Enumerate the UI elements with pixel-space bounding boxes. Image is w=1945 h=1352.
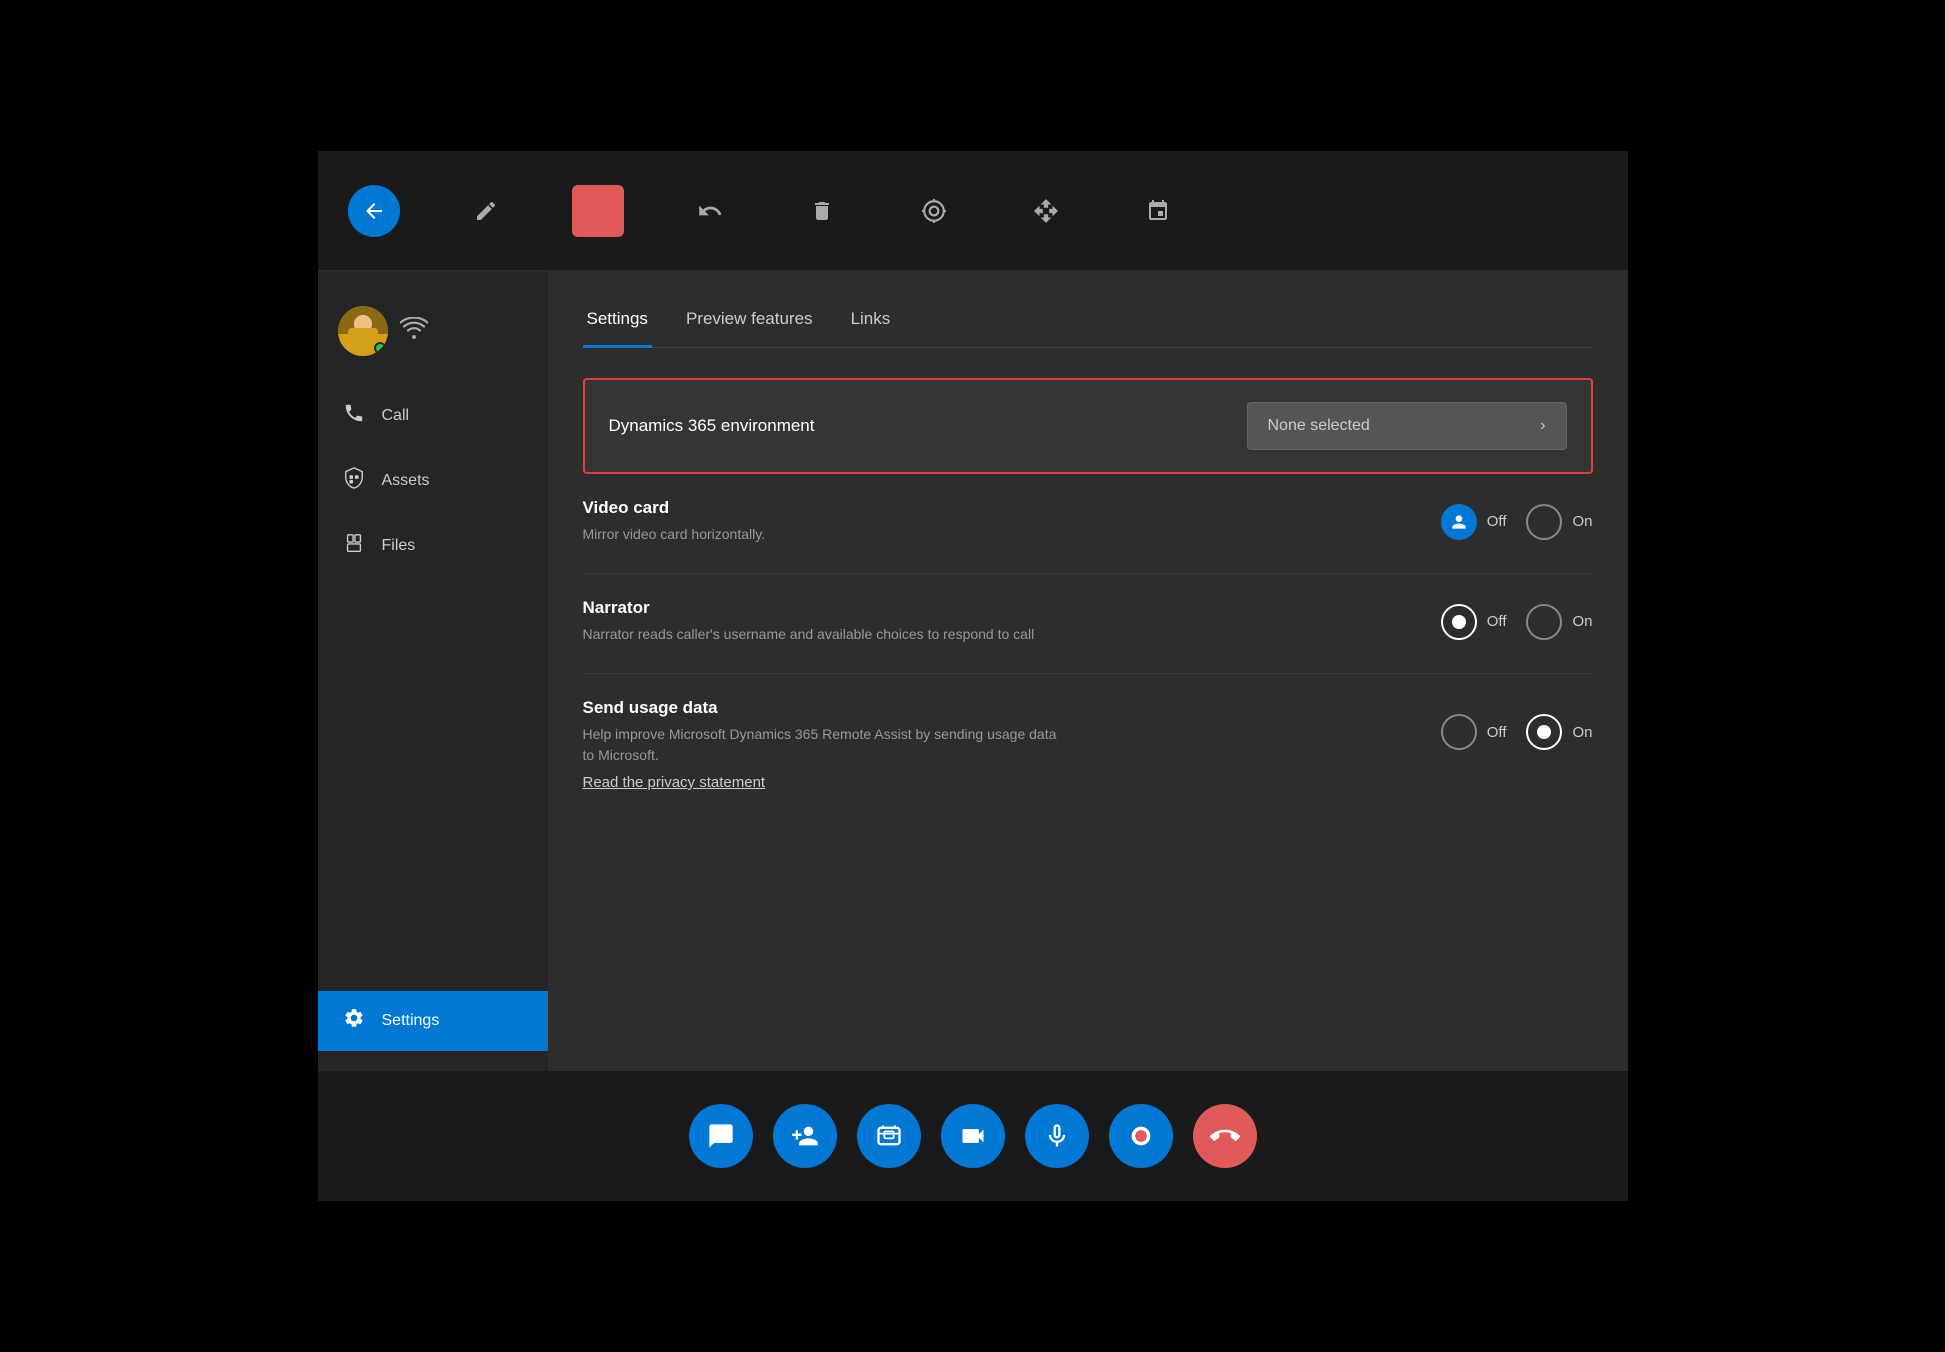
stop-button[interactable]: [572, 185, 624, 237]
sidebar-item-files-label: Files: [382, 537, 416, 555]
narrator-off-radio[interactable]: [1441, 604, 1477, 640]
sidebar-item-assets[interactable]: Assets: [318, 451, 548, 511]
video-card-section: Video card Mirror video card horizontall…: [583, 498, 1593, 545]
video-card-on-radio[interactable]: [1526, 504, 1562, 540]
narrator-title: Narrator: [583, 598, 1035, 618]
files-icon: [342, 532, 366, 560]
video-card-off-label: Off: [1487, 513, 1507, 530]
privacy-link[interactable]: Read the privacy statement: [583, 774, 766, 791]
sidebar-nav: Call Assets: [318, 386, 548, 991]
screenshot-button[interactable]: [857, 1104, 921, 1168]
video-card-title: Video card: [583, 498, 766, 518]
video-card-radio-group: Off On: [1441, 504, 1593, 540]
send-usage-off-label: Off: [1487, 724, 1507, 741]
narrator-on-radio[interactable]: [1526, 604, 1562, 640]
send-usage-radio-group: Off On: [1441, 714, 1593, 750]
environment-value: None selected: [1268, 417, 1525, 435]
sidebar-item-files[interactable]: Files: [318, 516, 548, 576]
environment-selector[interactable]: None selected ›: [1247, 402, 1567, 450]
sidebar-item-settings[interactable]: Settings: [318, 991, 548, 1051]
settings-icon: [342, 1007, 366, 1035]
bottom-bar: [318, 1071, 1628, 1201]
dynamics-environment-row[interactable]: Dynamics 365 environment None selected ›: [583, 378, 1593, 474]
toolbar: [318, 151, 1628, 271]
content-area: Settings Preview features Links Dynamics…: [548, 271, 1628, 1071]
video-card-off-option[interactable]: Off: [1441, 504, 1507, 540]
narrator-desc: Narrator reads caller's username and ava…: [583, 624, 1035, 645]
move-button[interactable]: [1020, 185, 1072, 237]
end-call-button[interactable]: [1193, 1104, 1257, 1168]
send-usage-section: Send usage data Help improve Microsoft D…: [583, 698, 1593, 792]
narrator-off-option[interactable]: Off: [1441, 604, 1507, 640]
tab-preview-features[interactable]: Preview features: [682, 301, 817, 348]
main-content: Call Assets: [318, 271, 1628, 1071]
assets-icon: [342, 467, 366, 495]
sidebar-settings-label: Settings: [382, 1012, 440, 1030]
send-usage-on-radio[interactable]: [1526, 714, 1562, 750]
video-card-on-label: On: [1572, 513, 1592, 530]
video-card-row: Video card Mirror video card horizontall…: [583, 498, 1593, 545]
online-badge: [374, 342, 386, 354]
send-usage-on-label: On: [1572, 724, 1592, 741]
environment-chevron: ›: [1540, 417, 1545, 435]
divider-1: [583, 573, 1593, 574]
pin-button[interactable]: [1132, 185, 1184, 237]
divider-2: [583, 673, 1593, 674]
send-usage-text: Send usage data Help improve Microsoft D…: [583, 698, 1063, 766]
video-button[interactable]: [941, 1104, 1005, 1168]
video-card-text: Video card Mirror video card horizontall…: [583, 498, 766, 545]
tab-settings[interactable]: Settings: [583, 301, 652, 348]
sidebar: Call Assets: [318, 271, 548, 1071]
video-card-on-option[interactable]: On: [1526, 504, 1592, 540]
tabs-bar: Settings Preview features Links: [583, 301, 1593, 348]
narrator-on-option[interactable]: On: [1526, 604, 1592, 640]
profile-section: [318, 291, 548, 386]
record-button[interactable]: [1109, 1104, 1173, 1168]
add-person-button[interactable]: [773, 1104, 837, 1168]
send-usage-desc: Help improve Microsoft Dynamics 365 Remo…: [583, 724, 1063, 766]
mic-button[interactable]: [1025, 1104, 1089, 1168]
sidebar-item-call[interactable]: Call: [318, 386, 548, 446]
back-button[interactable]: [348, 185, 400, 237]
send-usage-off-radio[interactable]: [1441, 714, 1477, 750]
dynamics-label: Dynamics 365 environment: [609, 416, 815, 436]
sidebar-item-assets-label: Assets: [382, 472, 430, 490]
narrator-row: Narrator Narrator reads caller's usernam…: [583, 598, 1593, 645]
narrator-off-label: Off: [1487, 613, 1507, 630]
chat-button[interactable]: [689, 1104, 753, 1168]
video-card-desc: Mirror video card horizontally.: [583, 524, 766, 545]
call-icon: [342, 402, 366, 430]
app-window: Call Assets: [318, 151, 1628, 1201]
narrator-section: Narrator Narrator reads caller's usernam…: [583, 598, 1593, 645]
undo-button[interactable]: [684, 185, 736, 237]
tab-links[interactable]: Links: [847, 301, 895, 348]
pen-button[interactable]: [460, 185, 512, 237]
sidebar-item-call-label: Call: [382, 407, 410, 425]
send-usage-off-option[interactable]: Off: [1441, 714, 1507, 750]
wifi-icon: [400, 317, 428, 345]
send-usage-title: Send usage data: [583, 698, 1063, 718]
narrator-on-label: On: [1572, 613, 1592, 630]
send-usage-row: Send usage data Help improve Microsoft D…: [583, 698, 1593, 766]
video-card-off-radio[interactable]: [1441, 504, 1477, 540]
narrator-radio-group: Off On: [1441, 604, 1593, 640]
narrator-text: Narrator Narrator reads caller's usernam…: [583, 598, 1035, 645]
send-usage-on-option[interactable]: On: [1526, 714, 1592, 750]
stop-icon: [588, 201, 608, 221]
target-button[interactable]: [908, 185, 960, 237]
avatar: [338, 306, 388, 356]
delete-button[interactable]: [796, 185, 848, 237]
